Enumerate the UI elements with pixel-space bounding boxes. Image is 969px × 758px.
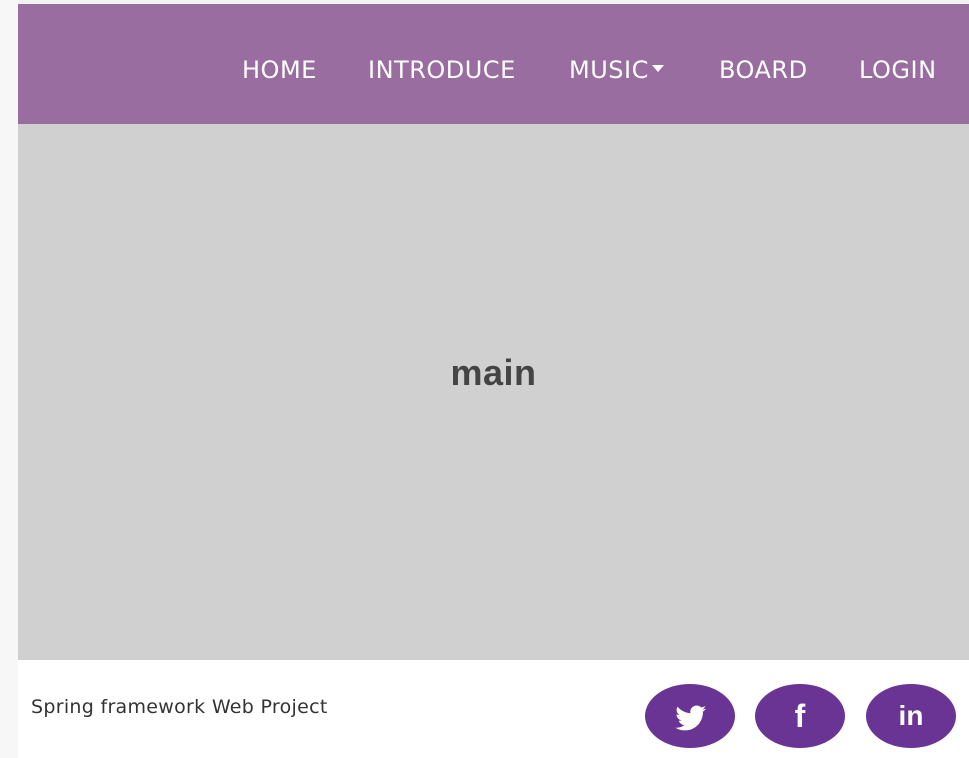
main-title: main <box>450 352 537 393</box>
page-edge-left <box>0 0 18 758</box>
nav-item-introduce[interactable]: INTRODUCE <box>368 52 516 88</box>
nav-item-board[interactable]: BOARD <box>719 52 808 88</box>
nav-item-board-label: BOARD <box>719 56 808 84</box>
nav-item-music-dropdown[interactable]: MUSIC <box>569 52 664 88</box>
footer: Spring framework Web Project f in <box>18 660 969 758</box>
nav-item-login-label: LOGIN <box>859 56 937 84</box>
nav-item-introduce-label: INTRODUCE <box>368 56 516 84</box>
main-content-area: main <box>18 124 969 660</box>
nav-item-login[interactable]: LOGIN <box>859 52 937 88</box>
facebook-icon: f <box>794 698 806 734</box>
twitter-icon <box>675 705 706 731</box>
caret-down-icon <box>651 64 664 72</box>
top-navbar: HOME INTRODUCE MUSIC BOARD LOGIN <box>18 4 969 124</box>
linkedin-icon: in <box>898 700 924 731</box>
footer-text: Spring framework Web Project <box>31 696 328 718</box>
linkedin-button[interactable]: in <box>866 684 956 748</box>
nav-item-home[interactable]: HOME <box>242 52 317 88</box>
nav-item-music-label: MUSIC <box>569 56 649 84</box>
facebook-button[interactable]: f <box>755 684 845 748</box>
nav-menu: HOME INTRODUCE MUSIC BOARD LOGIN <box>18 4 969 124</box>
nav-item-home-label: HOME <box>242 56 317 84</box>
twitter-button[interactable] <box>645 684 735 748</box>
